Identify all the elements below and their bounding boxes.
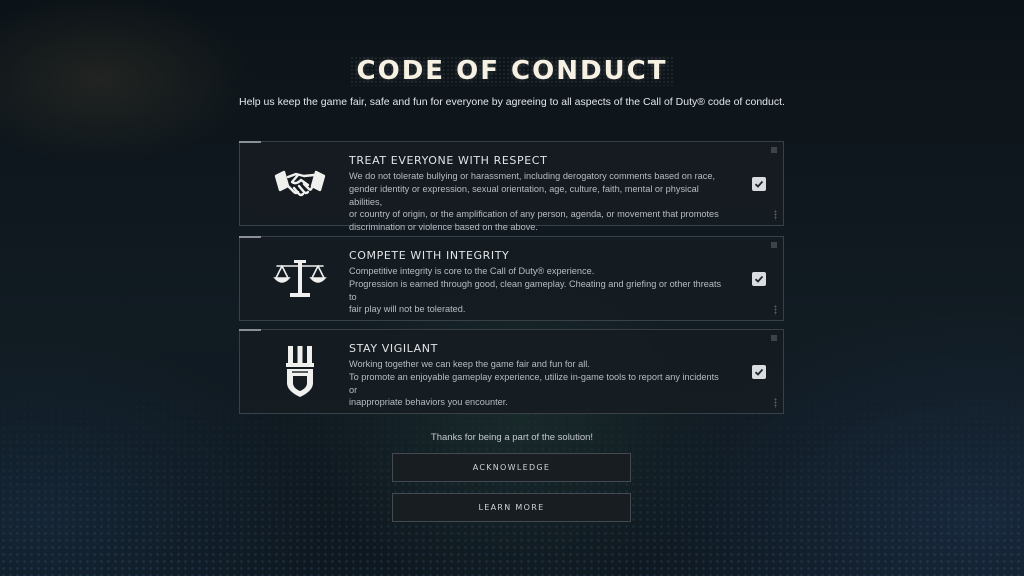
rule-text: COMPETE WITH INTEGRITY Competitive integ… bbox=[349, 249, 729, 316]
rule-heading: TREAT EVERYONE WITH RESPECT bbox=[349, 154, 548, 167]
rule-body: We do not tolerate bullying or harassmen… bbox=[349, 171, 719, 233]
scales-icon bbox=[270, 237, 330, 320]
rule-text: STAY VIGILANT Working together we can ke… bbox=[349, 342, 729, 409]
handshake-icon bbox=[270, 142, 330, 225]
acknowledge-button[interactable]: ACKNOWLEDGE bbox=[392, 453, 631, 482]
rule-heading: COMPETE WITH INTEGRITY bbox=[349, 249, 510, 262]
card-corner-decoration bbox=[774, 210, 777, 220]
checkmark-icon bbox=[754, 275, 764, 283]
checkmark-icon bbox=[754, 180, 764, 188]
rule-body: Competitive integrity is core to the Cal… bbox=[349, 266, 722, 315]
title-banner: CODE OF CONDUCT bbox=[350, 56, 674, 86]
rule-body: Working together we can keep the game fa… bbox=[349, 359, 719, 408]
card-corner-decoration bbox=[774, 398, 777, 408]
respect-checkbox[interactable] bbox=[752, 177, 766, 191]
card-corner-decoration bbox=[774, 305, 777, 315]
card-corner-decoration bbox=[771, 147, 777, 153]
checkmark-icon bbox=[754, 368, 764, 376]
rule-card-vigilant: STAY VIGILANT Working together we can ke… bbox=[239, 329, 784, 414]
thanks-message: Thanks for being a part of the solution! bbox=[430, 432, 594, 443]
rule-heading: STAY VIGILANT bbox=[349, 342, 438, 355]
page-title: CODE OF CONDUCT bbox=[356, 56, 668, 86]
page-subtitle: Help us keep the game fair, safe and fun… bbox=[239, 96, 785, 108]
rule-text: TREAT EVERYONE WITH RESPECT We do not to… bbox=[349, 154, 729, 234]
rule-card-integrity: COMPETE WITH INTEGRITY Competitive integ… bbox=[239, 236, 784, 321]
card-corner-decoration bbox=[771, 335, 777, 341]
integrity-checkbox[interactable] bbox=[752, 272, 766, 286]
shield-badge-icon bbox=[270, 330, 330, 413]
card-corner-decoration bbox=[771, 242, 777, 248]
vigilant-checkbox[interactable] bbox=[752, 365, 766, 379]
rule-card-respect: TREAT EVERYONE WITH RESPECT We do not to… bbox=[239, 141, 784, 232]
learn-more-button[interactable]: LEARN MORE bbox=[392, 493, 631, 522]
